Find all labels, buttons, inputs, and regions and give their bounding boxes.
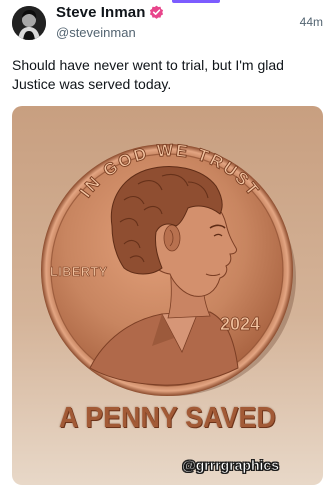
post-media-image[interactable]: IN GOD WE TRUST LIBERTY 2024 A PENNY SAV… xyxy=(12,106,323,485)
avatar[interactable] xyxy=(12,6,46,40)
image-caption: A PENNY SAVED xyxy=(59,402,276,434)
avatar-image xyxy=(12,6,46,40)
image-watermark: @grrrgraphics xyxy=(182,457,280,474)
coin-liberty: LIBERTY xyxy=(50,265,108,279)
user-handle[interactable]: @steveinman xyxy=(56,25,136,40)
verified-badge-icon xyxy=(150,5,164,19)
author-row: Steve Inman xyxy=(56,4,164,21)
post-timestamp[interactable]: 44m xyxy=(300,15,323,29)
display-name[interactable]: Steve Inman xyxy=(56,4,145,21)
coin-year: 2024 xyxy=(220,314,260,334)
social-post: Steve Inman @steveinman 44m Should have … xyxy=(0,0,336,500)
post-text: Should have never went to trial, but I'm… xyxy=(12,57,284,92)
top-accent-bar xyxy=(172,0,220,3)
